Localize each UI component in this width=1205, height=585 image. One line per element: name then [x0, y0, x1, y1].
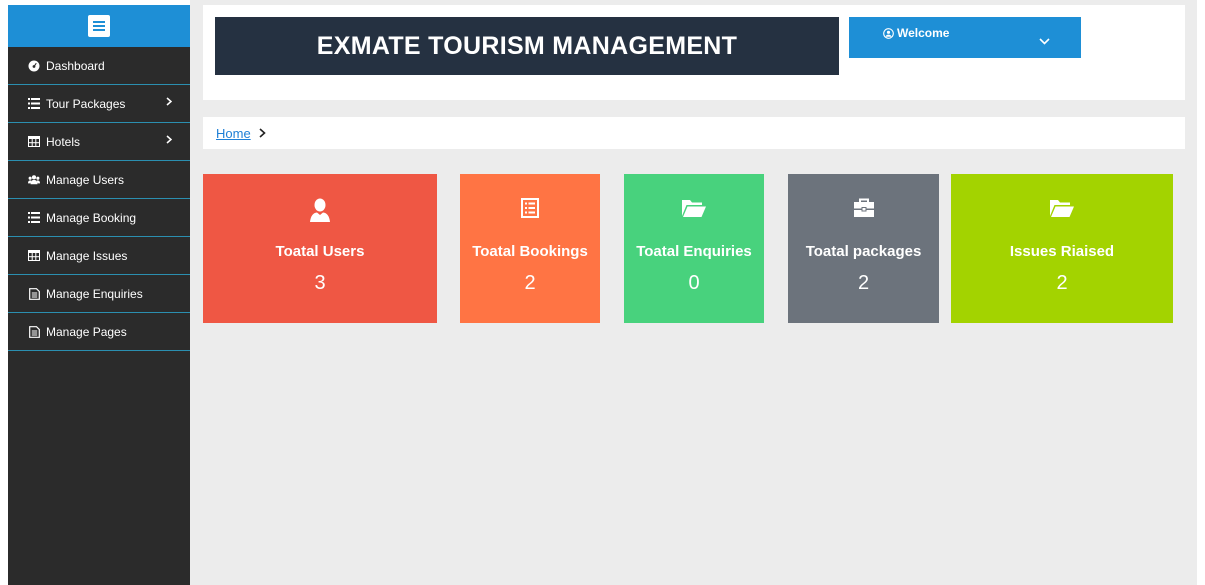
stat-card-label: Issues Riaised — [1009, 243, 1115, 260]
stat-card-value: 2 — [1056, 272, 1068, 294]
users-icon — [28, 174, 40, 186]
breadcrumb-home-link[interactable]: Home — [216, 126, 251, 141]
briefcase-icon — [788, 198, 939, 218]
sidebar-header — [8, 5, 190, 47]
list-icon — [28, 212, 40, 224]
stat-card-label: Toatal Enquiries — [636, 243, 752, 260]
breadcrumb: Home — [203, 117, 1185, 149]
folder-open-icon — [624, 198, 764, 218]
stat-card-total-users[interactable]: Toatal Users 3 — [203, 174, 437, 323]
chevron-right-icon — [166, 97, 173, 109]
sidebar-item-dashboard[interactable]: Dashboard — [8, 47, 190, 85]
menu-toggle-button[interactable] — [88, 15, 110, 37]
chevron-down-icon[interactable] — [1039, 32, 1050, 50]
list-icon — [28, 98, 40, 110]
file-text-icon — [28, 287, 40, 300]
app-title: EXMATE TOURISM MANAGEMENT — [316, 31, 738, 60]
folder-open-icon — [951, 198, 1173, 218]
dashboard-icon — [28, 60, 40, 72]
stat-card-value: 2 — [524, 272, 536, 294]
stat-card-label: Toatal Bookings — [472, 243, 588, 260]
sidebar-item-manage-pages[interactable]: Manage Pages — [8, 313, 190, 351]
main-content: EXMATE TOURISM MANAGEMENT Welcome Home T… — [190, 0, 1197, 585]
table-icon — [28, 136, 40, 148]
sidebar-item-manage-users[interactable]: Manage Users — [8, 161, 190, 199]
table-icon — [28, 250, 40, 262]
page-right-edge — [1197, 0, 1205, 585]
user-circle-icon — [883, 27, 894, 39]
welcome-dropdown[interactable]: Welcome — [849, 17, 1081, 58]
stat-card-value: 0 — [688, 272, 700, 294]
stat-card-total-bookings[interactable]: Toatal Bookings 2 — [460, 174, 600, 323]
stat-card-total-enquiries[interactable]: Toatal Enquiries 0 — [624, 174, 764, 323]
stat-card-total-packages[interactable]: Toatal packages 2 — [788, 174, 939, 323]
top-header: EXMATE TOURISM MANAGEMENT Welcome — [203, 5, 1185, 100]
sidebar-item-label: Hotels — [46, 134, 81, 149]
sidebar-item-label: Dashboard — [46, 58, 105, 73]
sidebar-item-manage-issues[interactable]: Manage Issues — [8, 237, 190, 275]
sidebar-item-label: Manage Users — [46, 172, 125, 187]
sidebar-item-label: Manage Pages — [46, 324, 127, 339]
stat-card-issues-raised[interactable]: Issues Riaised 2 — [951, 174, 1173, 323]
sidebar-item-manage-booking[interactable]: Manage Booking — [8, 199, 190, 237]
sidebar-item-tour-packages[interactable]: Tour Packages — [8, 85, 190, 123]
sidebar-item-manage-enquiries[interactable]: Manage Enquiries — [8, 275, 190, 313]
sidebar: Dashboard Tour Packages Hotels Manage Us… — [8, 5, 190, 585]
sidebar-item-hotels[interactable]: Hotels — [8, 123, 190, 161]
sidebar-item-label: Manage Issues — [46, 248, 128, 263]
stat-card-value: 2 — [857, 272, 870, 294]
sidebar-item-label: Manage Booking — [46, 210, 137, 225]
chevron-right-icon — [166, 135, 173, 147]
user-icon — [203, 198, 437, 222]
welcome-label-group: Welcome — [883, 26, 949, 40]
welcome-label: Welcome — [897, 26, 950, 40]
app-title-banner: EXMATE TOURISM MANAGEMENT — [215, 17, 839, 75]
list-box-icon — [460, 198, 600, 218]
hamburger-icon — [93, 21, 105, 31]
sidebar-item-label: Manage Enquiries — [46, 286, 143, 301]
file-text-icon — [28, 325, 40, 338]
stat-card-value: 3 — [314, 272, 326, 294]
stat-card-label: Toatal Users — [275, 243, 365, 260]
stat-card-label: Toatal packages — [805, 243, 922, 260]
sidebar-item-label: Tour Packages — [46, 96, 126, 111]
chevron-right-icon — [259, 128, 266, 138]
